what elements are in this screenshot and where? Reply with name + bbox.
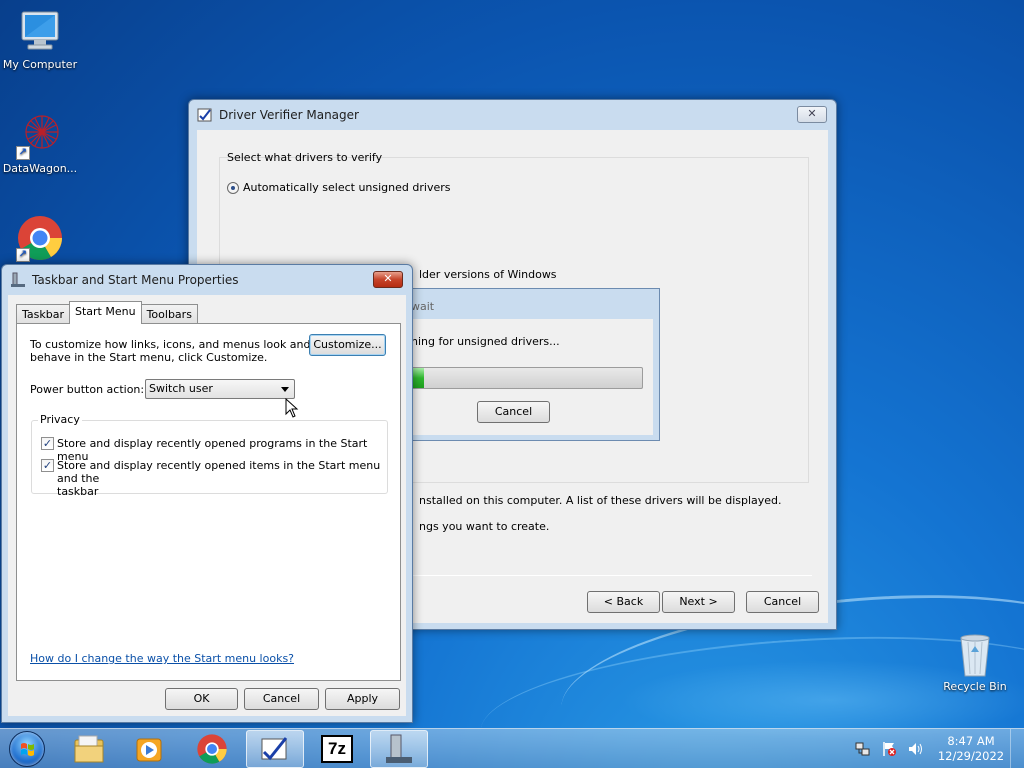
- apply-button[interactable]: Apply: [325, 688, 400, 710]
- taskbar-media-player[interactable]: [120, 730, 178, 768]
- action-center-flag-icon[interactable]: [880, 740, 898, 758]
- windows-logo-icon: [9, 731, 45, 767]
- checkbox-label-line: Store and display recently opened items …: [57, 459, 381, 485]
- settings-description: ngs you want to create.: [419, 520, 550, 533]
- progress-bar: [411, 367, 643, 389]
- power-button-select[interactable]: Switch user: [145, 379, 295, 399]
- dialog-client: ning for unsigned drivers... Cancel: [387, 319, 653, 435]
- start-button[interactable]: [5, 729, 49, 768]
- desktop-icon-my-computer[interactable]: My Computer: [0, 8, 80, 71]
- clock[interactable]: 8:47 AM 12/29/2022: [936, 734, 1006, 764]
- mouse-cursor-icon: [285, 398, 299, 418]
- customize-description: To customize how links, icons, and menus…: [30, 338, 311, 364]
- close-icon: ✕: [807, 107, 817, 120]
- window-title: Taskbar and Start Menu Properties: [32, 273, 239, 287]
- desktop-icon-label: DataWagon...: [2, 162, 78, 175]
- close-icon: ✕: [383, 272, 393, 285]
- desktop-icon-recycle-bin[interactable]: Recycle Bin: [935, 630, 1015, 693]
- privacy-title: Privacy: [38, 413, 82, 426]
- close-button[interactable]: ✕: [373, 271, 403, 288]
- installed-description: nstalled on this computer. A list of the…: [419, 494, 782, 507]
- shortcut-arrow-icon: ↗: [16, 146, 30, 160]
- privacy-group: Privacy ✓ Store and display recently ope…: [31, 413, 388, 498]
- tab-toolbars[interactable]: Toolbars: [140, 304, 198, 324]
- tab-start-menu[interactable]: Start Menu: [69, 301, 142, 324]
- please-wait-dialog: wait ning for unsigned drivers... Cancel: [380, 288, 660, 441]
- window-title: Driver Verifier Manager: [219, 108, 359, 122]
- clock-time: 8:47 AM: [947, 734, 995, 748]
- progress-fill: [412, 368, 424, 388]
- taskbar: 7z 8:47 AM 12/29/2022: [0, 728, 1024, 768]
- driver-verifier-icon: [197, 107, 213, 123]
- select-value: Switch user: [149, 382, 213, 395]
- privacy-checkbox-programs[interactable]: ✓: [41, 437, 54, 450]
- section-heading: Select what drivers to verify: [227, 151, 383, 164]
- customize-button[interactable]: Customize...: [309, 334, 386, 356]
- shortcut-arrow-icon: ↗: [16, 248, 30, 262]
- desktop-icon-label: My Computer: [2, 58, 78, 71]
- chevron-down-icon: [281, 387, 289, 392]
- folder-icon: [74, 735, 104, 763]
- cancel-button[interactable]: Cancel: [244, 688, 319, 710]
- network-icon[interactable]: [854, 740, 872, 758]
- description-line: To customize how links, icons, and menus…: [30, 338, 311, 351]
- show-desktop-button[interactable]: [1010, 729, 1024, 768]
- power-button-label: Power button action:: [30, 383, 145, 396]
- desktop-icon-datawagon[interactable]: ↗ DataWagon...: [0, 112, 80, 175]
- system-tray: 8:47 AM 12/29/2022: [854, 729, 1024, 768]
- radio-selected: [227, 181, 239, 194]
- radio-label: Automatically select unsigned drivers: [243, 181, 451, 194]
- tab-strip: Taskbar Start Menu Toolbars: [16, 301, 198, 324]
- start-menu-panel: To customize how links, icons, and menus…: [16, 323, 401, 681]
- cancel-button[interactable]: Cancel: [477, 401, 550, 423]
- taskbar-chrome[interactable]: [183, 730, 241, 768]
- title-bar[interactable]: Taskbar and Start Menu Properties: [2, 265, 412, 295]
- window-client: Taskbar Start Menu Toolbars To customize…: [8, 295, 406, 716]
- back-button[interactable]: < Back: [587, 591, 660, 613]
- ok-button[interactable]: OK: [165, 688, 238, 710]
- description-line: behave in the Start menu, click Customiz…: [30, 351, 268, 364]
- recycle-bin-icon: [951, 630, 999, 678]
- computer-icon: [16, 8, 64, 56]
- tab-taskbar[interactable]: Taskbar: [16, 304, 70, 324]
- chrome-icon: [197, 734, 227, 764]
- datawagon-icon: ↗: [16, 112, 64, 160]
- checkmark-icon: ✓: [42, 459, 53, 472]
- checkbox-label-line: taskbar: [57, 485, 99, 498]
- status-text: ning for unsigned drivers...: [411, 335, 560, 348]
- taskbar-driver-verifier[interactable]: [246, 730, 304, 768]
- taskbar-properties-icon: [10, 272, 26, 288]
- help-link[interactable]: How do I change the way the Start menu l…: [30, 652, 294, 665]
- privacy-checkbox-items[interactable]: ✓: [41, 459, 54, 472]
- seven-zip-icon: 7z: [321, 735, 353, 763]
- option-older-label: lder versions of Windows: [419, 268, 557, 281]
- desktop-icon-chrome[interactable]: ↗: [0, 214, 80, 264]
- close-button[interactable]: ✕: [797, 106, 827, 123]
- cancel-button[interactable]: Cancel: [746, 591, 819, 613]
- chrome-icon: ↗: [16, 214, 64, 262]
- driver-verifier-icon: [261, 737, 288, 761]
- next-button[interactable]: Next >: [662, 591, 735, 613]
- checkmark-icon: ✓: [42, 437, 53, 450]
- taskbar-7zip[interactable]: 7z: [308, 730, 366, 768]
- taskbar-properties-icon: [386, 734, 412, 763]
- radio-auto-unsigned[interactable]: Automatically select unsigned drivers: [227, 181, 450, 194]
- volume-icon[interactable]: [906, 740, 924, 758]
- title-bar[interactable]: Driver Verifier Manager: [189, 100, 836, 130]
- taskbar-taskbar-properties[interactable]: [370, 730, 428, 768]
- dialog-title: wait: [411, 300, 435, 313]
- media-player-icon: [136, 738, 162, 762]
- taskbar-explorer[interactable]: [60, 730, 118, 768]
- taskbar-properties-window: Taskbar and Start Menu Properties ✕ Task…: [1, 264, 413, 723]
- desktop-icon-label: Recycle Bin: [943, 680, 1007, 693]
- checkbox-label: Store and display recently opened items …: [57, 459, 387, 498]
- clock-date: 12/29/2022: [937, 749, 1005, 763]
